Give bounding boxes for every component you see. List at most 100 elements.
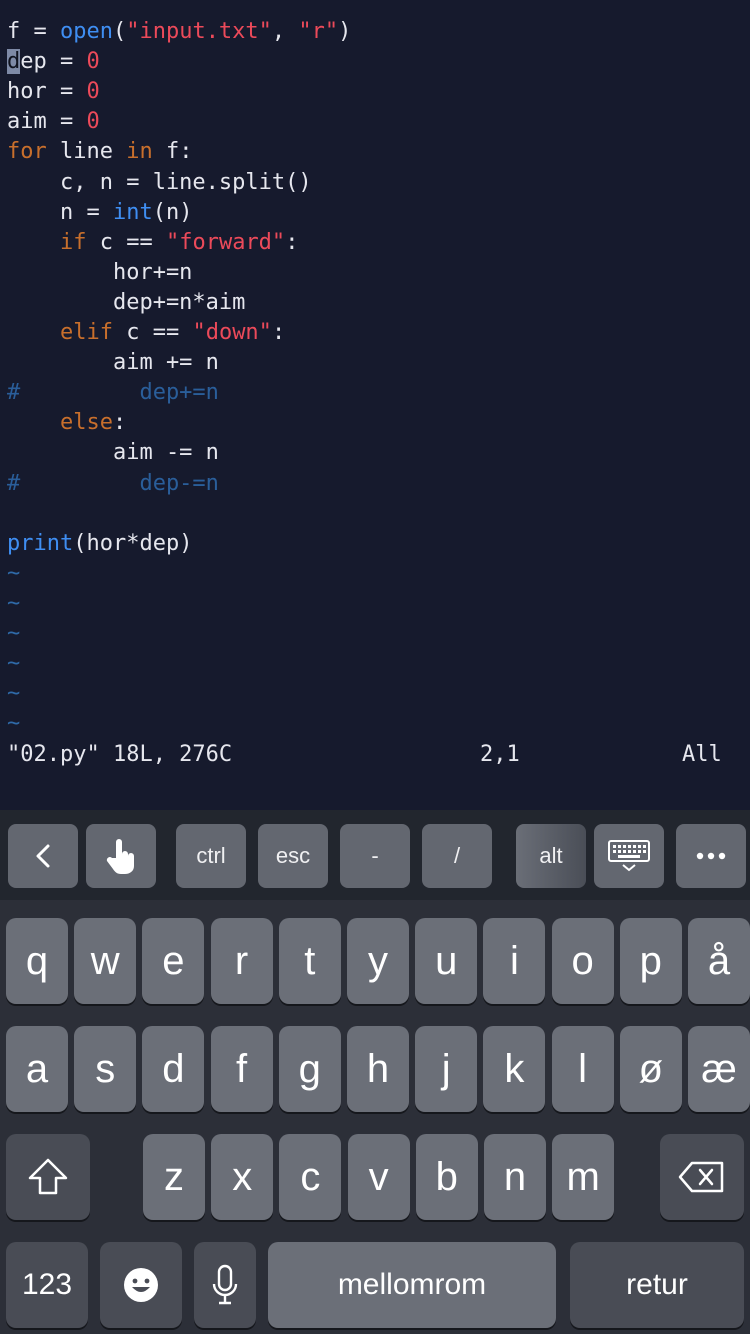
key-g[interactable]: g bbox=[278, 1026, 341, 1112]
space-key[interactable]: mellomrom bbox=[268, 1242, 556, 1328]
slash-key[interactable]: / bbox=[422, 824, 492, 888]
code-line: c, n = line.split() bbox=[7, 168, 312, 198]
key-æ[interactable]: æ bbox=[688, 1026, 750, 1112]
key-ø[interactable]: ø bbox=[619, 1026, 682, 1112]
key-w[interactable]: w bbox=[74, 918, 137, 1004]
key-o[interactable]: o bbox=[551, 918, 614, 1004]
empty-line-marker: ~ bbox=[7, 590, 21, 616]
backspace-key[interactable] bbox=[660, 1134, 744, 1220]
code-token: (n) bbox=[152, 199, 193, 225]
code-line: for line in f: bbox=[7, 137, 192, 167]
code-line: aim = 0 bbox=[7, 107, 100, 137]
code-line: # dep-=n bbox=[7, 469, 219, 499]
key-q[interactable]: q bbox=[6, 918, 68, 1004]
numbers-key[interactable]: 123 bbox=[6, 1242, 88, 1328]
key-r[interactable]: r bbox=[210, 918, 273, 1004]
code-line: ~ bbox=[7, 709, 20, 739]
key-a[interactable]: a bbox=[6, 1026, 68, 1112]
code-line: elif c == "down": bbox=[7, 318, 285, 348]
key-l[interactable]: l bbox=[551, 1026, 614, 1112]
back-button[interactable] bbox=[8, 824, 78, 888]
key-u[interactable]: u bbox=[415, 918, 478, 1004]
key-p[interactable]: p bbox=[619, 918, 682, 1004]
code-token: , bbox=[271, 19, 299, 44]
key-c[interactable]: c bbox=[279, 1134, 342, 1220]
code-token: c == bbox=[86, 229, 166, 255]
code-token: "down" bbox=[192, 320, 272, 345]
code-token: aim -= n bbox=[7, 440, 219, 466]
code-token: f: bbox=[152, 139, 193, 165]
code-token: hor+=n bbox=[7, 259, 193, 285]
key-s[interactable]: s bbox=[74, 1026, 137, 1112]
code-token: c == bbox=[112, 320, 193, 345]
key-y[interactable]: y bbox=[347, 918, 409, 1004]
hide-keyboard-button[interactable] bbox=[594, 824, 664, 888]
backspace-icon bbox=[678, 1160, 726, 1194]
code-token: open bbox=[59, 19, 113, 44]
code-line: hor+=n bbox=[7, 258, 192, 288]
shift-key[interactable] bbox=[6, 1134, 90, 1220]
code-token: ep = bbox=[20, 49, 87, 75]
key-m[interactable]: m bbox=[552, 1134, 615, 1220]
key-z[interactable]: z bbox=[143, 1134, 205, 1220]
touch-mode-button[interactable] bbox=[86, 824, 156, 888]
code-token: if bbox=[59, 229, 87, 255]
microphone-key[interactable] bbox=[194, 1242, 256, 1328]
esc-key[interactable]: esc bbox=[258, 824, 328, 888]
code-line: aim -= n bbox=[7, 438, 219, 468]
microphone-icon bbox=[211, 1264, 239, 1306]
key-b[interactable]: b bbox=[415, 1134, 478, 1220]
code-line: f = open("input.txt", "r") bbox=[7, 17, 351, 47]
chevron-left-icon bbox=[33, 843, 53, 869]
code-line: aim += n bbox=[7, 348, 219, 378]
ellipsis-icon bbox=[696, 852, 726, 860]
code-token: print bbox=[7, 530, 74, 556]
key-d[interactable]: d bbox=[142, 1026, 205, 1112]
code-token: 0 bbox=[86, 49, 100, 75]
extra-keys-toolbar: ctrl esc - / alt bbox=[0, 810, 750, 900]
code-line: hor = 0 bbox=[7, 77, 100, 107]
key-v[interactable]: v bbox=[347, 1134, 410, 1220]
emoji-key[interactable] bbox=[100, 1242, 182, 1328]
key-f[interactable]: f bbox=[210, 1026, 273, 1112]
key-å[interactable]: å bbox=[688, 918, 750, 1004]
code-token: f = bbox=[7, 19, 60, 44]
key-h[interactable]: h bbox=[347, 1026, 409, 1112]
emoji-icon bbox=[122, 1266, 160, 1304]
code-token: n = bbox=[7, 199, 113, 225]
return-key[interactable]: retur bbox=[570, 1242, 744, 1328]
code-line: ~ bbox=[7, 619, 20, 649]
status-scroll-position: All bbox=[682, 742, 722, 767]
status-cursor-position: 2,1 bbox=[480, 742, 520, 767]
code-token: : bbox=[285, 229, 299, 255]
code-token: for bbox=[7, 139, 47, 165]
code-token: "input.txt" bbox=[126, 19, 272, 44]
code-token: "r" bbox=[298, 19, 339, 44]
code-token: dep+=n*aim bbox=[7, 289, 246, 315]
key-j[interactable]: j bbox=[415, 1026, 478, 1112]
dash-key[interactable]: - bbox=[340, 824, 410, 888]
code-line: n = int(n) bbox=[7, 198, 193, 228]
key-n[interactable]: n bbox=[484, 1134, 546, 1220]
vim-editor[interactable]: f = open("input.txt", "r") dep = 0 hor = 0… bbox=[0, 0, 750, 810]
hand-pointer-icon bbox=[104, 836, 138, 876]
more-button[interactable] bbox=[676, 824, 746, 888]
code-line: ~ bbox=[7, 679, 20, 709]
key-t[interactable]: t bbox=[278, 918, 341, 1004]
key-e[interactable]: e bbox=[142, 918, 205, 1004]
alt-key[interactable]: alt bbox=[516, 824, 586, 888]
code-line: dep+=n*aim bbox=[7, 288, 245, 318]
code-token: # dep-=n bbox=[7, 470, 219, 496]
ctrl-key[interactable]: ctrl bbox=[176, 824, 246, 888]
code-line: ~ bbox=[7, 559, 20, 589]
key-i[interactable]: i bbox=[483, 918, 546, 1004]
key-k[interactable]: k bbox=[483, 1026, 546, 1112]
code-line: ~ bbox=[7, 589, 20, 619]
key-x[interactable]: x bbox=[211, 1134, 274, 1220]
code-token: 0 bbox=[86, 109, 100, 135]
keyboard-hide-icon bbox=[607, 839, 651, 873]
status-file-info: "02.py" 18L, 276C bbox=[7, 742, 233, 767]
